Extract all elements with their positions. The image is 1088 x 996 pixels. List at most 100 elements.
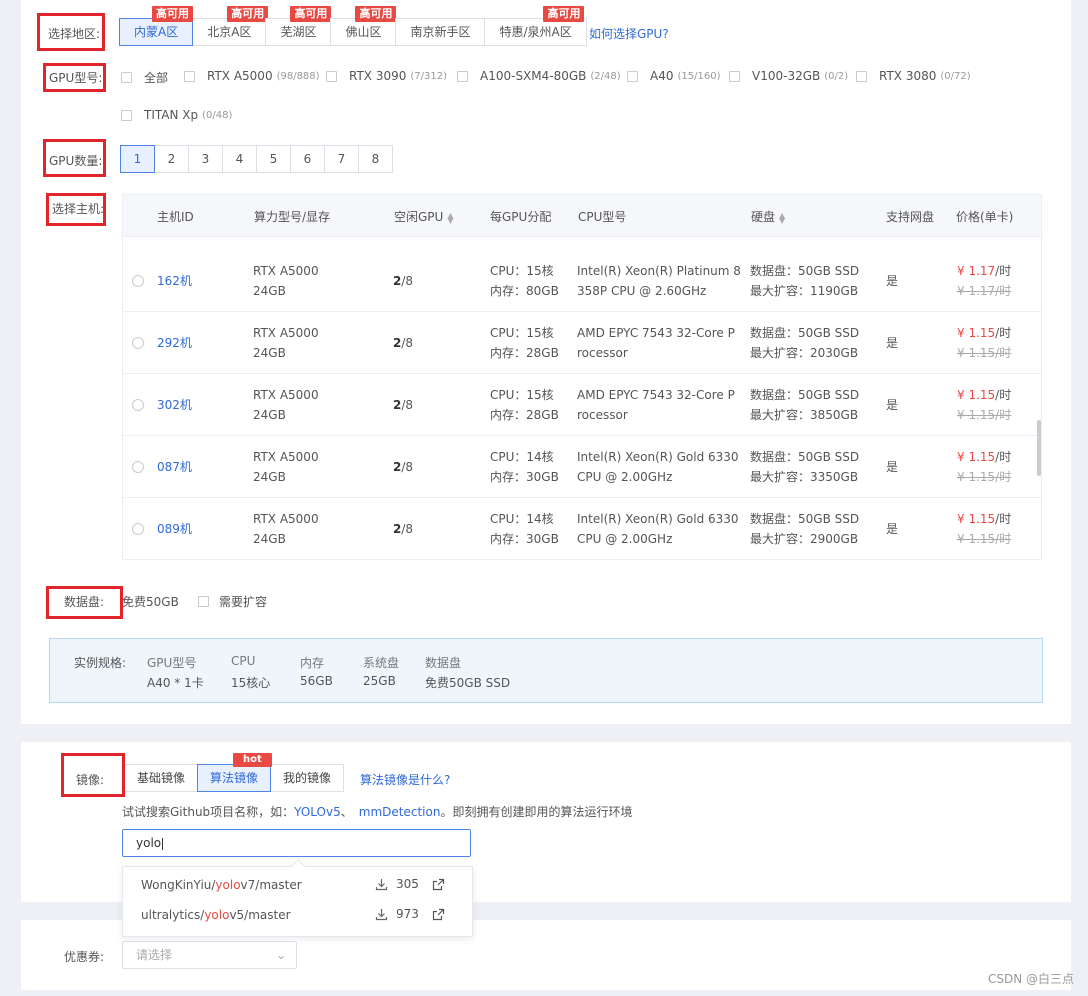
host-cpu-model: Intel(R) Xeon(R) Gold 6330 CPU @ 2.00GHz xyxy=(577,447,739,487)
col-host-id: 主机ID xyxy=(157,210,194,224)
region-option-quanzhou-a[interactable]: 特惠/泉州A区 高可用 xyxy=(484,6,587,46)
gpu-type-name: A40 xyxy=(650,69,674,83)
repo-owner: ultralytics/ xyxy=(141,908,205,922)
total-gpu-count: /8 xyxy=(401,398,414,412)
external-link-icon[interactable] xyxy=(432,878,445,891)
tab-algorithm-image[interactable]: 算法镜像 hot xyxy=(197,753,272,792)
col-model: 算力型号/显存 xyxy=(254,210,331,224)
gpu-type-a40-checkbox[interactable]: A40 (15/160) xyxy=(627,69,720,83)
host-table: 主机ID 算力型号/显存 空闲GPU ▲ ▼ 每GPU分配 CPU型号 硬盘 ▲ ▼ 支… xyxy=(122,194,1042,560)
tab-base-image[interactable]: 基础镜像 xyxy=(124,764,199,792)
checkbox-box[interactable] xyxy=(326,70,337,82)
model-name: RTX A5000 xyxy=(253,326,319,340)
gpu-count-option-6[interactable]: 6 xyxy=(290,145,325,173)
gpu-count-option-3[interactable]: 3 xyxy=(188,145,223,173)
host-radio[interactable] xyxy=(132,523,144,535)
spec-mem-key: 内存 xyxy=(300,656,325,670)
gpu-type-titan-xp-checkbox[interactable]: TITAN Xp (0/48) xyxy=(121,108,232,122)
region-option-nanjing-newbie[interactable]: 南京新手区 xyxy=(395,18,486,46)
region-option-label: 内蒙A区 xyxy=(134,25,179,39)
coupon-select[interactable]: 请选择 ⌄ xyxy=(122,941,297,969)
suggestion-repo-name: WongKinYiu/yolov7/master xyxy=(141,878,302,892)
host-id-link[interactable]: 087机 xyxy=(157,457,192,477)
checkbox-box[interactable] xyxy=(198,596,209,607)
gpu-count-option-2[interactable]: 2 xyxy=(154,145,189,173)
col-free-gpu[interactable]: 空闲GPU ▲ ▼ xyxy=(394,208,453,225)
checkbox-box[interactable] xyxy=(121,109,132,121)
host-allocation: CPU：15核 内存：28GB xyxy=(490,323,559,363)
table-row[interactable]: 292机 RTX A5000 24GB 2/8 CPU：15核 内存：28GB AMD EP… xyxy=(123,312,1041,374)
max-expansion: 最大扩容：3850GB xyxy=(750,408,859,422)
host-id-link[interactable]: 292机 xyxy=(157,333,192,353)
suggestion-item[interactable]: ultralytics/yolov5/master 973 xyxy=(123,901,472,931)
expand-disk-checkbox[interactable]: 需要扩容 xyxy=(198,593,267,610)
algorithm-image-help-link[interactable]: 算法镜像是什么? xyxy=(360,771,450,788)
total-gpu-count: /8 xyxy=(401,522,414,536)
gpu-count-option-8[interactable]: 8 xyxy=(358,145,393,173)
sort-icon[interactable]: ▲ ▼ xyxy=(447,211,453,224)
table-row[interactable]: 089机 RTX A5000 24GB 2/8 CPU：14核 内存：30GB Intel(… xyxy=(123,498,1041,559)
gpu-help-link[interactable]: 如何选择GPU? xyxy=(589,25,669,42)
region-option-neimeng-a[interactable]: 内蒙A区 高可用 xyxy=(119,6,194,46)
host-id-link[interactable]: 089机 xyxy=(157,519,192,539)
region-option-beijing-a[interactable]: 北京A区 高可用 xyxy=(192,6,269,46)
checkbox-box[interactable] xyxy=(121,72,132,83)
host-cpu-model: Intel(R) Xeon(R) Gold 6330 CPU @ 2.00GHz xyxy=(577,509,739,549)
host-id-link[interactable]: 162机 xyxy=(157,271,192,291)
external-link-icon[interactable] xyxy=(432,908,445,921)
col-disk[interactable]: 硬盘 ▲ ▼ xyxy=(751,208,785,225)
gpu-type-v100-checkbox[interactable]: V100-32GB (0/2) xyxy=(729,69,848,83)
mem-allocation: 内存：28GB xyxy=(490,408,559,422)
cpu-allocation: CPU：15核 xyxy=(490,326,554,340)
high-availability-badge: 高可用 xyxy=(355,6,397,22)
model-vram: 24GB xyxy=(253,532,286,546)
cpu-model-line: Intel(R) Xeon(R) Platinum 8 xyxy=(577,264,741,278)
gpu-count-option-4[interactable]: 4 xyxy=(222,145,257,173)
gpu-type-rtx-a5000-checkbox[interactable]: RTX A5000 (98/888) xyxy=(184,69,320,83)
region-option-wuhu[interactable]: 芜湖区 高可用 xyxy=(265,6,332,46)
checkbox-box[interactable] xyxy=(184,70,195,82)
gpu-type-rtx-3080-checkbox[interactable]: RTX 3080 (0/72) xyxy=(856,69,971,83)
checkbox-box[interactable] xyxy=(856,70,867,82)
host-price: ¥ 1.15/时 ¥ 1.15/时 xyxy=(957,509,1011,549)
spec-datadisk-key: 数据盘 xyxy=(425,656,462,670)
table-row[interactable]: 087机 RTX A5000 24GB 2/8 CPU：14核 内存：30GB Intel(… xyxy=(123,436,1041,498)
host-id-link[interactable]: 302机 xyxy=(157,395,192,415)
image-search-input[interactable]: yolo xyxy=(122,829,471,857)
checkbox-box[interactable] xyxy=(627,70,638,82)
checkbox-box[interactable] xyxy=(729,70,740,82)
tab-label: 算法镜像 xyxy=(210,771,259,785)
hint-link-yolov5[interactable]: YOLOv5 xyxy=(294,805,341,819)
hint-link-mmdetection[interactable]: mmDetection xyxy=(359,805,441,819)
gpu-count-option-5[interactable]: 5 xyxy=(256,145,291,173)
model-vram: 24GB xyxy=(253,346,286,360)
host-free-gpu: 2/8 xyxy=(393,395,413,415)
region-option-foshan[interactable]: 佛山区 高可用 xyxy=(330,6,397,46)
gpu-count-option-7[interactable]: 7 xyxy=(324,145,359,173)
tab-label: 基础镜像 xyxy=(137,771,186,785)
checkbox-box[interactable] xyxy=(457,70,468,82)
host-model: RTX A5000 24GB xyxy=(253,447,319,487)
expand-disk-label: 需要扩容 xyxy=(219,595,268,609)
host-radio[interactable] xyxy=(132,461,144,473)
gpu-type-a100-checkbox[interactable]: A100-SXM4-80GB (2/48) xyxy=(457,69,621,83)
data-disk-size: 数据盘：50GB SSD xyxy=(750,326,860,340)
table-row[interactable]: 302机 RTX A5000 24GB 2/8 CPU：15核 内存：28GB AMD EP… xyxy=(123,374,1041,436)
suggestion-item[interactable]: WongKinYiu/yolov7/master 305 xyxy=(123,871,472,901)
host-price: ¥ 1.15/时 ¥ 1.15/时 xyxy=(957,385,1011,425)
sort-icon[interactable]: ▲ ▼ xyxy=(779,211,785,224)
host-radio[interactable] xyxy=(132,399,144,411)
gpu-availability-count: (7/312) xyxy=(410,70,447,82)
gpu-count-option-1[interactable]: 1 xyxy=(120,145,155,173)
host-disk: 数据盘：50GB SSD 最大扩容：2030GB xyxy=(750,323,859,363)
tab-my-image[interactable]: 我的镜像 xyxy=(270,764,345,792)
model-name: RTX A5000 xyxy=(253,512,319,526)
host-radio[interactable] xyxy=(132,337,144,349)
match-highlight: yolo xyxy=(204,908,230,922)
table-row[interactable]: 162机 RTX A5000 24GB 2/8 CPU：15核 内存：80GB Intel(… xyxy=(123,250,1041,312)
table-scrollbar[interactable] xyxy=(1037,420,1041,476)
host-radio[interactable] xyxy=(132,275,144,287)
host-disk: 数据盘：50GB SSD 最大扩容：3350GB xyxy=(750,447,859,487)
gpu-type-rtx-3090-checkbox[interactable]: RTX 3090 (7/312) xyxy=(326,69,447,83)
gpu-type-all-checkbox[interactable]: 全部 xyxy=(121,69,168,86)
